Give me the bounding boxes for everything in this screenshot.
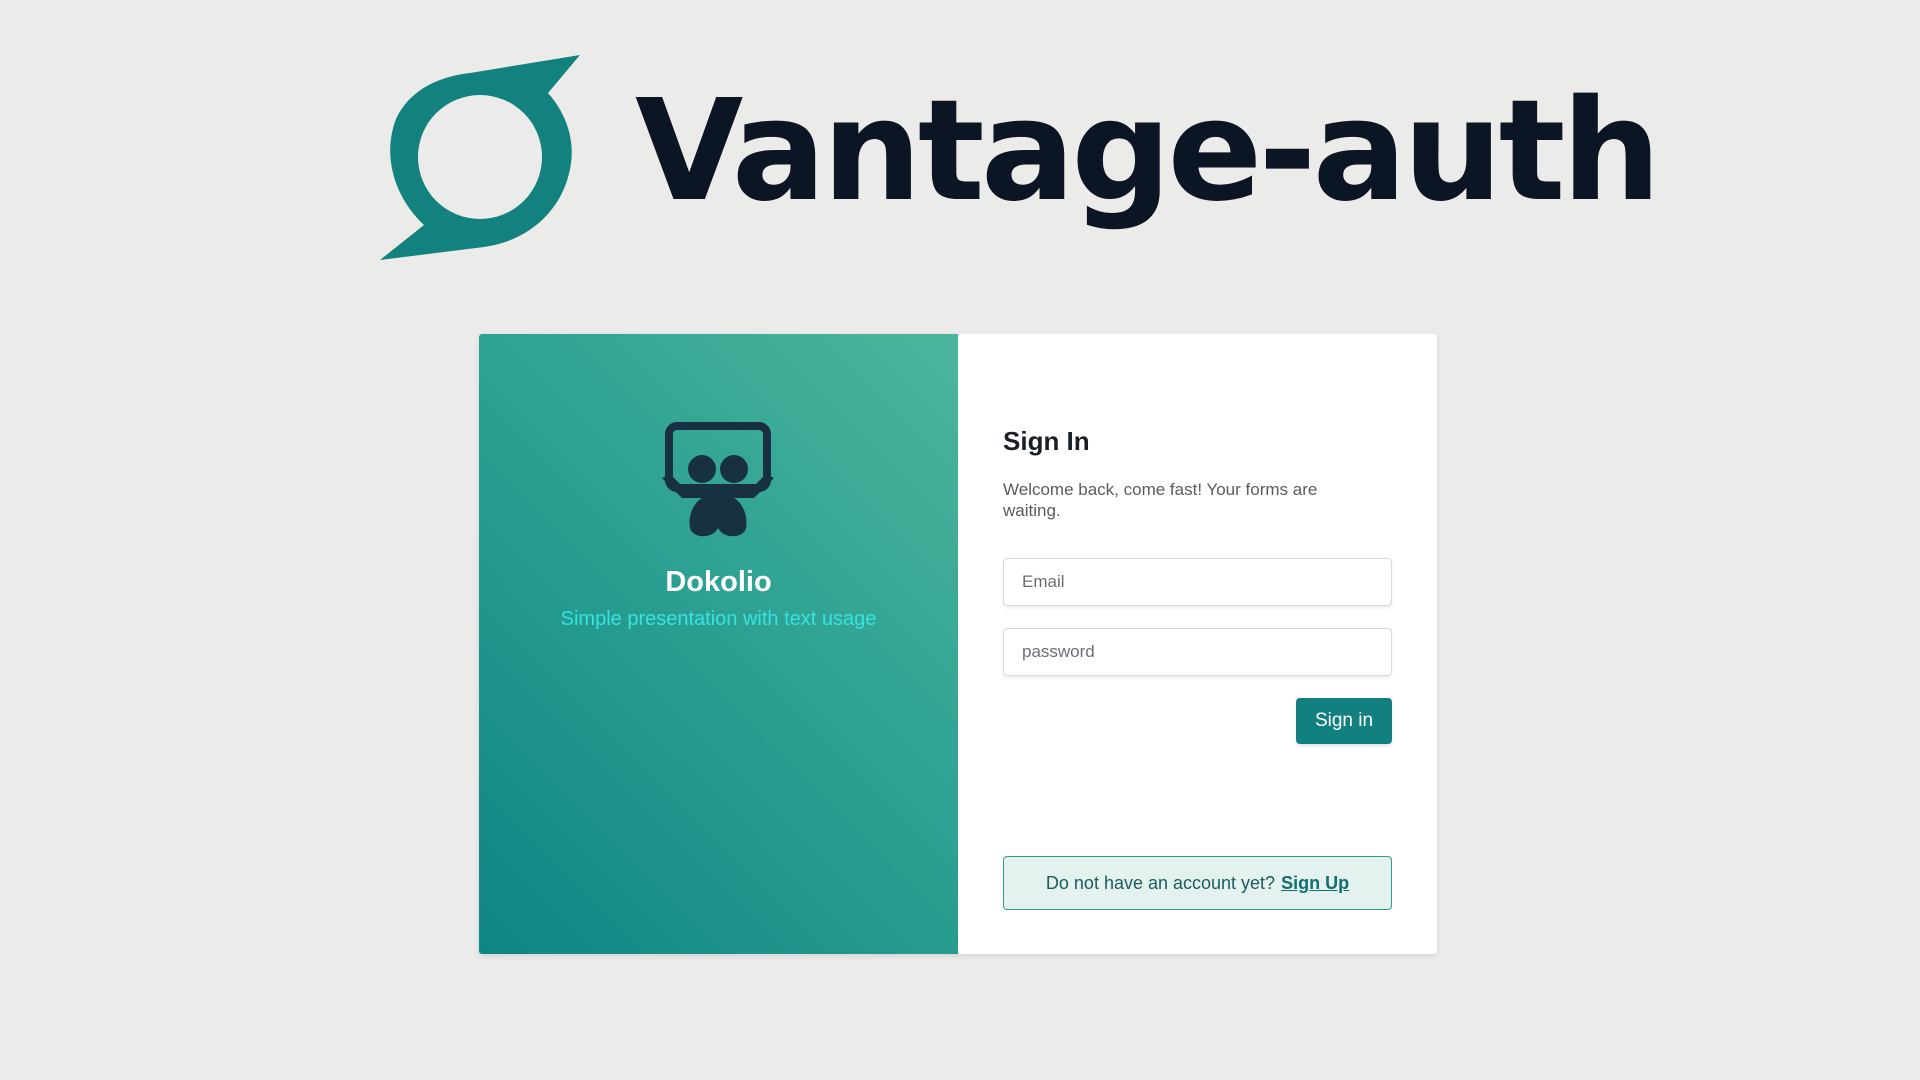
password-field[interactable] — [1003, 628, 1392, 676]
brand-panel: Dokolio Simple presentation with text us… — [479, 334, 958, 954]
presentation-people-icon — [662, 422, 774, 537]
app-tagline: Simple presentation with text usage — [560, 608, 877, 630]
signin-title: Sign In — [1003, 426, 1090, 456]
signup-link[interactable]: Sign Up — [1281, 873, 1349, 894]
header: Vantage-auth — [380, 55, 1661, 265]
app-name: Dokolio — [665, 566, 772, 598]
signin-panel: Sign In Welcome back, come fast! Your fo… — [958, 334, 1437, 954]
speech-bubble-ring-icon — [380, 55, 580, 260]
signup-prompt-box: Do not have an account yet? Sign Up — [1003, 856, 1392, 910]
login-card: Dokolio Simple presentation with text us… — [479, 334, 1437, 954]
signin-description: Welcome back, come fast! Your forms are … — [1003, 480, 1318, 520]
signup-prompt-text: Do not have an account yet? — [1045, 872, 1276, 893]
brand-title: Vantage-auth — [635, 70, 1661, 233]
signin-button[interactable]: Sign in — [1296, 698, 1392, 744]
email-field[interactable] — [1003, 558, 1392, 606]
